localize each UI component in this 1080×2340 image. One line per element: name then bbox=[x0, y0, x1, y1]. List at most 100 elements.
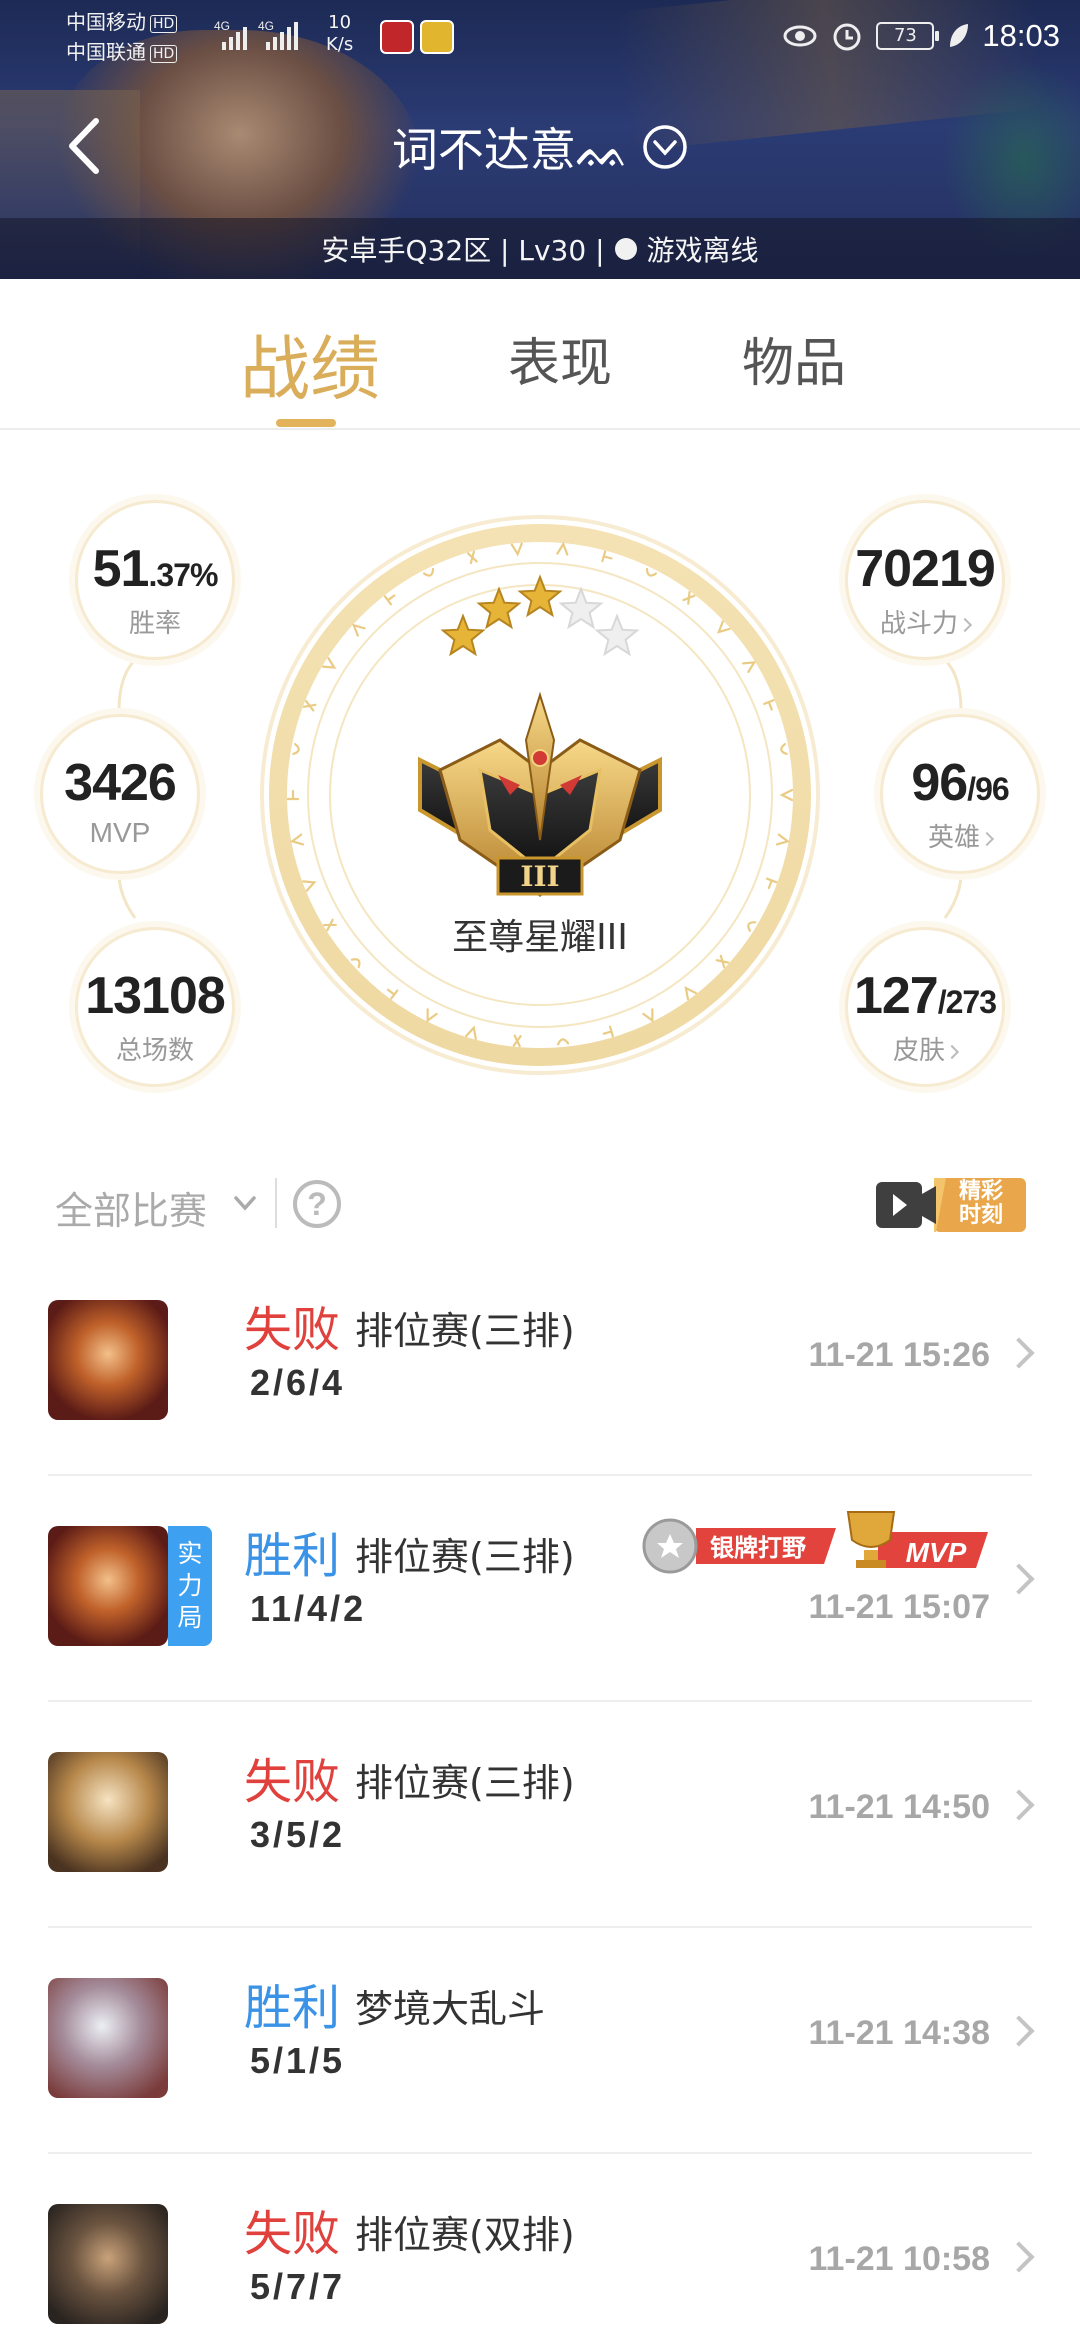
match-row[interactable]: 失败 排位赛(三排) 3/5/2 11-21 14:50 bbox=[0, 1702, 1080, 1928]
chevron-right-icon bbox=[957, 617, 973, 632]
total-games-value: 13108 bbox=[85, 967, 226, 1025]
silver-jungler-label: 银牌打野 bbox=[710, 1534, 806, 1562]
profile-header: 中国移动 HD 中国联通 HD 4G 4G 10 K/s 73 18:03 词不… bbox=[0, 0, 1080, 279]
silver-jungler-badge: 银牌打野 bbox=[642, 1518, 836, 1574]
match-time: 11-21 14:50 bbox=[808, 1788, 991, 1826]
chevron-right-icon bbox=[1003, 2241, 1035, 2273]
hero-avatar bbox=[48, 1752, 168, 1872]
match-kda: 2/6/4 bbox=[250, 1362, 346, 1403]
player-name: 词不达意ᨐ bbox=[391, 123, 631, 177]
carrier-1: 中国移动 HD bbox=[66, 10, 178, 34]
heroes-value: 96 bbox=[911, 754, 968, 812]
win-rate-decimal: .37% bbox=[148, 557, 218, 593]
chevron-down-circle-icon[interactable] bbox=[642, 124, 688, 170]
tab-active-indicator bbox=[276, 419, 336, 427]
match-time: 11-21 14:38 bbox=[808, 2014, 991, 2052]
server-info-bar: 安卓手Q32区 | Lv30 | 游戏离线 bbox=[0, 218, 1080, 279]
signal-4g-icon-2: 4G bbox=[258, 19, 298, 50]
clock: 18:03 bbox=[982, 18, 1060, 53]
match-result: 胜利 bbox=[244, 1980, 341, 2036]
chevron-right-icon bbox=[1003, 1789, 1035, 1821]
chevron-right-icon bbox=[944, 1044, 960, 1059]
title-row[interactable]: 词不达意ᨐ bbox=[0, 112, 1080, 182]
tab-items[interactable]: 物品 bbox=[742, 321, 846, 396]
hero-avatar bbox=[48, 1526, 168, 1646]
skins-value: 127 bbox=[853, 967, 939, 1025]
rank-roman-numeral: III bbox=[520, 860, 559, 893]
power-stat[interactable]: 70219 战斗力 bbox=[845, 500, 1005, 660]
match-row[interactable]: 失败 排位赛(三排) 2/6/4 11-21 15:26 bbox=[0, 1250, 1080, 1476]
match-time: 11-21 15:07 bbox=[808, 1588, 991, 1626]
stats-panel: 51.37% 胜率 3426 MVP 13108 总场数 70219 战斗力 9… bbox=[0, 430, 1080, 1110]
heroes-total: /96 bbox=[967, 771, 1009, 807]
mvp-badge-label: MVP bbox=[906, 1537, 967, 1568]
match-kda: 3/5/2 bbox=[250, 1814, 346, 1855]
status-bar: 中国移动 HD 中国联通 HD 4G 4G 10 K/s 73 18:03 bbox=[0, 0, 1080, 72]
match-result: 失败 bbox=[244, 1302, 341, 1358]
match-mode: 排位赛(三排) bbox=[355, 1309, 575, 1353]
win-rate-value: 51 bbox=[92, 540, 150, 598]
mvp-stat: 3426 MVP bbox=[40, 714, 200, 874]
svg-text:4G: 4G bbox=[258, 19, 274, 33]
match-kda: 11/4/2 bbox=[250, 1588, 367, 1629]
heroes-stat[interactable]: 96/96 英雄 bbox=[880, 714, 1040, 874]
strong-match-badge: 实力局 bbox=[168, 1526, 212, 1646]
match-result: 失败 bbox=[244, 1754, 341, 1810]
hero-avatar bbox=[48, 1300, 168, 1420]
match-time: 11-21 15:26 bbox=[808, 1336, 991, 1374]
win-rate-label: 胜率 bbox=[128, 609, 181, 639]
chevron-right-icon bbox=[1003, 1337, 1035, 1369]
help-icon[interactable]: ? bbox=[293, 1180, 341, 1228]
rank-badge-icon: III bbox=[260, 515, 820, 1075]
tab-bar: 战绩 表现 物品 bbox=[0, 279, 1080, 430]
status-dot-icon bbox=[614, 237, 637, 260]
match-mode: 排位赛(双排) bbox=[355, 2213, 575, 2257]
battery-indicator: 73 bbox=[876, 22, 940, 50]
mvp-value: 3426 bbox=[64, 754, 177, 812]
match-kda: 5/1/5 bbox=[250, 2040, 346, 2081]
carrier-2: 中国联通 HD bbox=[66, 40, 178, 64]
tab-performance[interactable]: 表现 bbox=[508, 321, 612, 396]
chevron-down-icon[interactable] bbox=[232, 1190, 258, 1216]
match-result: 失败 bbox=[244, 2206, 341, 2262]
mvp-badge: MVP bbox=[846, 1511, 988, 1568]
alarm-icon bbox=[833, 23, 861, 51]
match-kda: 5/7/7 bbox=[250, 2266, 346, 2307]
app-notification-icon bbox=[380, 20, 414, 54]
online-status: 游戏离线 bbox=[646, 233, 759, 267]
heroes-label: 英雄 bbox=[927, 823, 980, 853]
tab-record[interactable]: 战绩 bbox=[240, 313, 380, 414]
server-info: 安卓手Q32区 | Lv30 | bbox=[321, 233, 605, 267]
match-result: 胜利 bbox=[244, 1528, 341, 1584]
highlights-button[interactable]: 精彩 时刻 bbox=[876, 1174, 1028, 1236]
hero-avatar bbox=[48, 1978, 168, 2098]
match-row[interactable]: 失败 排位赛(双排) 5/7/7 11-21 10:58 bbox=[0, 2154, 1080, 2340]
total-games-label: 总场数 bbox=[115, 1036, 194, 1066]
match-mode: 排位赛(三排) bbox=[355, 1535, 575, 1579]
rank-name: 至尊星耀III bbox=[452, 917, 628, 958]
hero-avatar bbox=[48, 2204, 168, 2324]
app-notification-icon-2 bbox=[420, 20, 454, 54]
win-rate-stat: 51.37% 胜率 bbox=[75, 500, 235, 660]
power-value: 70219 bbox=[855, 540, 996, 598]
status-right: 73 18:03 bbox=[782, 14, 1060, 58]
match-mode: 梦境大乱斗 bbox=[355, 1987, 546, 2031]
page: 中国移动 HD 中国联通 HD 4G 4G 10 K/s 73 18:03 词不… bbox=[0, 0, 1080, 2340]
highlights-label: 精彩 时刻 bbox=[958, 1179, 1003, 1228]
mvp-label: MVP bbox=[89, 817, 151, 848]
total-games-stat: 13108 总场数 bbox=[75, 927, 235, 1087]
chevron-right-icon bbox=[1003, 2015, 1035, 2047]
skins-total: /273 bbox=[937, 984, 997, 1020]
net-speed: 10 K/s bbox=[326, 12, 354, 55]
match-filter-dropdown[interactable]: 全部比赛 bbox=[55, 1180, 207, 1235]
skins-stat[interactable]: 127/273 皮肤 bbox=[845, 927, 1005, 1087]
filter-bar: 全部比赛 ? 精彩 时刻 bbox=[0, 1150, 1080, 1260]
hd-badge: HD bbox=[150, 14, 178, 33]
match-row[interactable]: 胜利 梦境大乱斗 5/1/5 11-21 14:38 bbox=[0, 1928, 1080, 2154]
hd-badge: HD bbox=[150, 44, 178, 63]
eye-icon bbox=[783, 25, 817, 47]
svg-text:4G: 4G bbox=[214, 19, 230, 33]
match-row[interactable]: 实力局 胜利 排位赛(三排) 11/4/2 11-21 15:07 银牌打野 MVP bbox=[0, 1476, 1080, 1702]
rank-emblem[interactable]: III 至尊星耀III bbox=[255, 510, 825, 1080]
power-label: 战斗力 bbox=[879, 609, 958, 639]
